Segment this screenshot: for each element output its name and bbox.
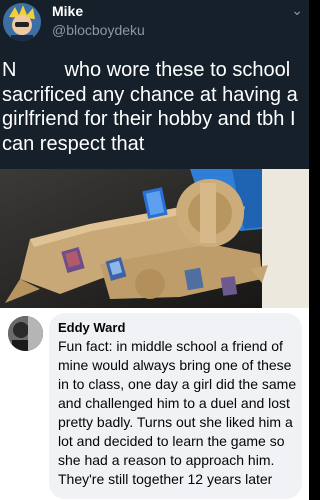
tweet-author-name[interactable]: Mike [52,3,83,19]
tweet-photo[interactable] [0,169,309,308]
duel-disk-photo [0,169,309,308]
commenter-avatar-image [8,316,43,351]
tweet: Mike @blocboydeku ⌄ Nwho wore these to s… [0,0,309,169]
avatar-image [3,3,41,41]
more-options-icon[interactable]: ⌄ [291,2,303,19]
tweet-text-body: who wore these to school sacrificed any … [2,59,298,155]
tweet-text-lead: N [2,59,17,81]
commenter-name[interactable]: Eddy Ward [58,320,125,335]
comment-section: Eddy Ward Fun fact: in middle school a f… [0,308,309,500]
tweet-author-handle[interactable]: @blocboydeku [52,22,145,38]
comment-text: Fun fact: in middle school a friend of m… [58,338,297,487]
tweet-author-avatar[interactable] [3,3,41,41]
commenter-avatar[interactable] [8,316,43,351]
comment-bubble: Eddy Ward Fun fact: in middle school a f… [49,313,302,499]
tweet-text: Nwho wore these to school sacrificed any… [2,58,307,156]
